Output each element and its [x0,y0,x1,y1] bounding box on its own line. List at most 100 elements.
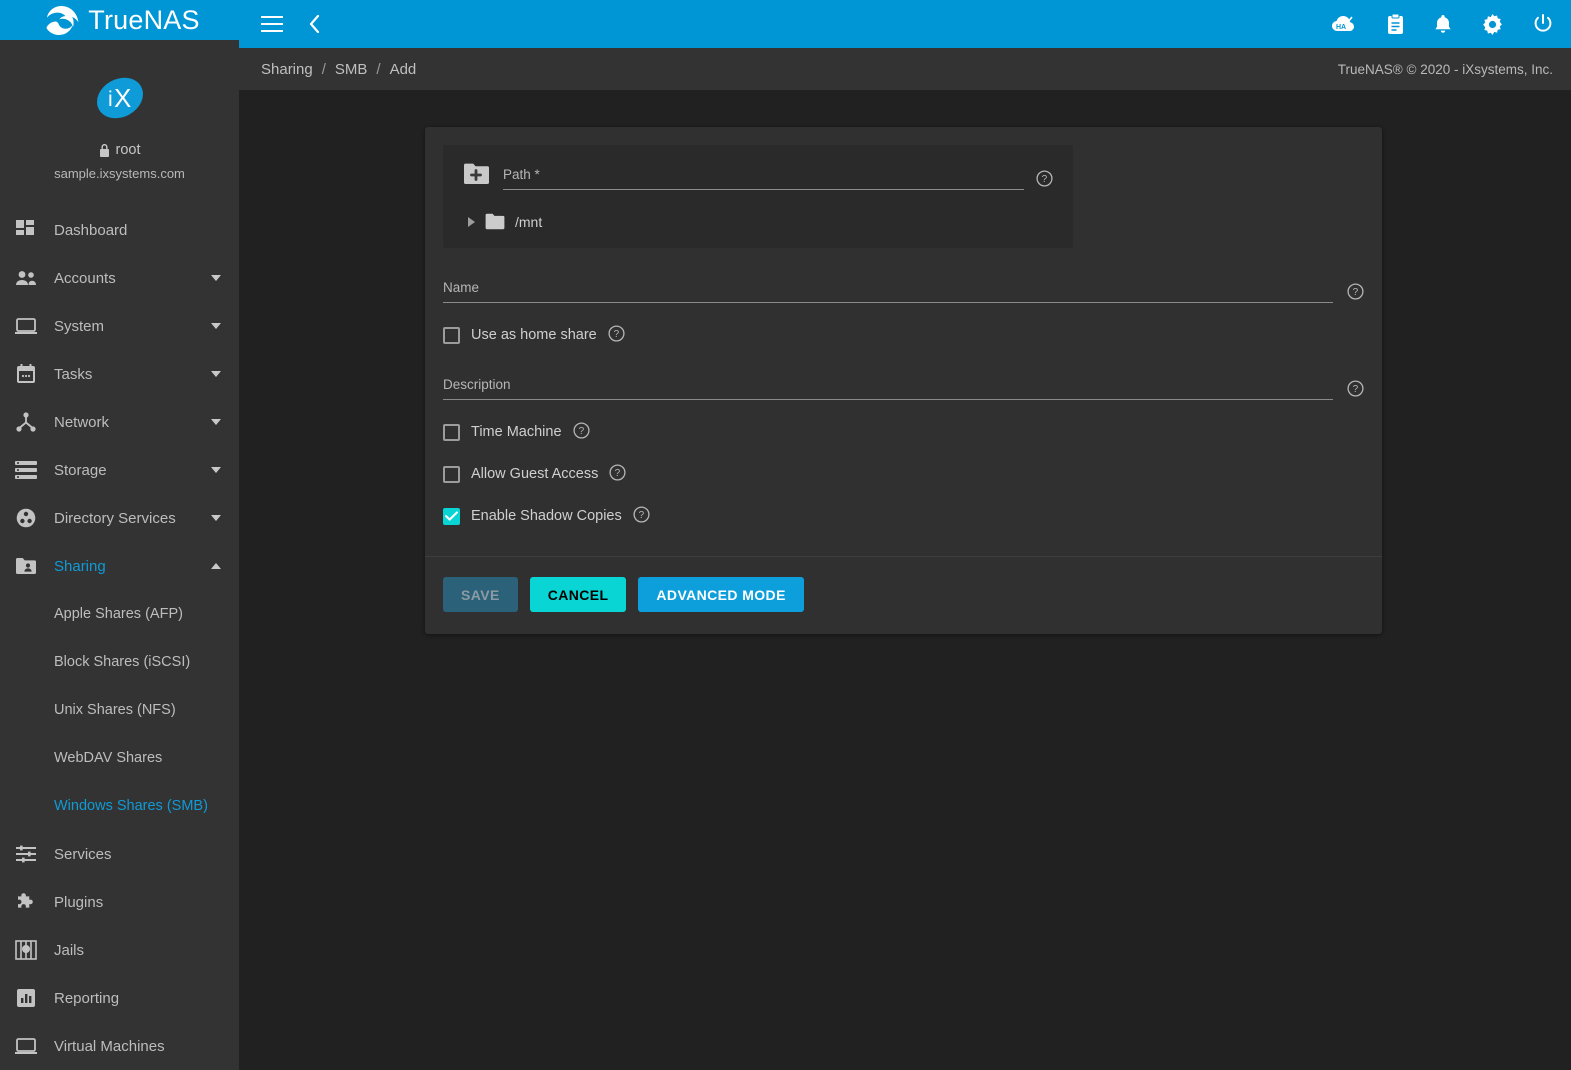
checkbox-row-time-machine: Time Machine ? [443,422,1364,442]
truenas-logo-icon [45,5,79,35]
chevron-up-icon[interactable] [211,563,221,569]
svg-text:?: ? [1042,174,1048,185]
plugins-icon [14,890,38,914]
time-machine-help-icon[interactable]: ? [573,422,590,439]
sidebar-item-apple-shares-afp[interactable]: Apple Shares (AFP) [0,590,239,638]
checkbox-label: Use as home share [471,327,597,343]
power-icon[interactable] [1533,14,1553,34]
path-tree-node-mnt[interactable]: /mnt [463,213,1053,230]
settings-gear-icon[interactable] [1482,14,1503,35]
sidebar-item-label: Reporting [54,990,221,1007]
checkbox-row-enable-shadow-copies: Enable Shadow Copies ? [443,506,1364,526]
svg-text:?: ? [578,426,584,437]
svg-text:HA: HA [1336,24,1346,31]
chevron-right-icon[interactable] [468,217,475,227]
svg-text:?: ? [1353,287,1359,298]
sidebar-item-tasks[interactable]: Tasks [0,350,239,398]
sidebar-item-block-shares-iscsi[interactable]: Block Shares (iSCSI) [0,638,239,686]
folder-add-icon[interactable] [463,162,491,186]
network-icon [14,410,38,434]
brand-header[interactable]: TrueNAS [0,0,239,40]
sidebar-item-sharing[interactable]: Sharing [0,542,239,590]
profile-username-row: root [0,142,239,158]
sidebar-item-system[interactable]: System [0,302,239,350]
cancel-button[interactable]: CANCEL [530,577,627,612]
enable-shadow-copies-checkbox[interactable] [443,508,460,525]
ixsystems-logo-icon: i X [94,73,146,123]
top-toolbar: HA [239,0,1571,48]
back-chevron-icon[interactable] [309,15,320,33]
enable-shadow-copies-help-icon[interactable]: ? [633,506,650,523]
path-field[interactable]: Path * [503,167,1024,190]
sidebar-item-virtual-machines[interactable]: Virtual Machines [0,1022,239,1070]
path-help-icon[interactable]: ? [1036,170,1053,187]
svg-text:?: ? [613,329,619,340]
sidebar-item-label: Plugins [54,894,221,911]
chevron-down-icon[interactable] [211,323,221,329]
svg-text:?: ? [1353,384,1359,395]
sidebar-item-label: Directory Services [54,510,195,527]
name-help-icon[interactable]: ? [1347,283,1364,300]
sidebar-item-webdav-shares[interactable]: WebDAV Shares [0,734,239,782]
smb-share-form-card: Path * ? [425,127,1382,634]
sidebar-item-label: Jails [54,942,221,959]
ha-status-icon[interactable]: HA [1331,14,1357,34]
checkbox-row-use-as-home-share: Use as home share ? [443,325,1364,345]
sidebar-item-label: Accounts [54,270,195,287]
description-underline [443,399,1333,400]
sidebar-item-label: System [54,318,195,335]
path-underline [503,189,1024,190]
use-as-home-share-checkbox[interactable] [443,327,460,344]
sharing-icon [14,554,38,578]
brand-name: TrueNAS [88,5,199,36]
sidebar-item-windows-shares-smb[interactable]: Windows Shares (SMB) [0,782,239,830]
sidebar-item-label: Tasks [54,366,195,383]
chevron-down-icon[interactable] [211,371,221,377]
allow-guest-access-help-icon[interactable]: ? [609,464,626,481]
sidebar-item-accounts[interactable]: Accounts [0,254,239,302]
sidebar-item-services[interactable]: Services [0,830,239,878]
sidebar-item-jails[interactable]: Jails [0,926,239,974]
svg-text:?: ? [638,510,644,521]
user-profile: i X root sample.ixsystems.com [0,40,239,181]
path-field-row: Path * ? [463,162,1053,190]
menu-icon[interactable] [261,16,283,32]
notifications-bell-icon[interactable] [1434,14,1452,35]
directory-services-icon [14,506,38,530]
sidebar-item-unix-shares-nfs[interactable]: Unix Shares (NFS) [0,686,239,734]
sidebar-subitem-label: WebDAV Shares [54,750,162,766]
description-field[interactable]: Description [443,377,1333,400]
sidebar-item-plugins[interactable]: Plugins [0,878,239,926]
checkmark-icon [445,511,458,521]
breadcrumb-item-smb[interactable]: SMB [335,61,368,78]
sidebar-item-dashboard[interactable]: Dashboard [0,206,239,254]
chevron-down-icon[interactable] [211,275,221,281]
chevron-down-icon[interactable] [211,515,221,521]
sidebar-item-network[interactable]: Network [0,398,239,446]
use-as-home-share-help-icon[interactable]: ? [608,325,625,342]
chevron-down-icon[interactable] [211,419,221,425]
allow-guest-access-checkbox[interactable] [443,466,460,483]
toolbar-actions: HA [1331,14,1553,35]
advanced-mode-button[interactable]: ADVANCED MODE [638,577,803,612]
sidebar-item-reporting[interactable]: Reporting [0,974,239,1022]
breadcrumb-separator: / [322,61,326,78]
sidebar-item-label: Virtual Machines [54,1038,221,1055]
description-help-icon[interactable]: ? [1347,380,1364,397]
svg-text:i: i [108,88,113,111]
copyright-text: TrueNAS® © 2020 - iXsystems, Inc. [1338,62,1553,77]
sidebar-item-storage[interactable]: Storage [0,446,239,494]
dashboard-icon [14,218,38,242]
chevron-down-icon[interactable] [211,467,221,473]
breadcrumb-item-sharing[interactable]: Sharing [261,61,313,78]
virtual-machines-icon [14,1034,38,1058]
name-field[interactable]: Name [443,280,1333,303]
name-label: Name [443,280,1333,295]
path-label: Path * [503,167,1024,182]
tasks-clipboard-icon[interactable] [1387,14,1404,35]
sidebar-item-directory-services[interactable]: Directory Services [0,494,239,542]
time-machine-checkbox[interactable] [443,424,460,441]
checkbox-row-allow-guest-access: Allow Guest Access ? [443,464,1364,484]
save-button[interactable]: SAVE [443,577,518,612]
jails-icon [14,938,38,962]
